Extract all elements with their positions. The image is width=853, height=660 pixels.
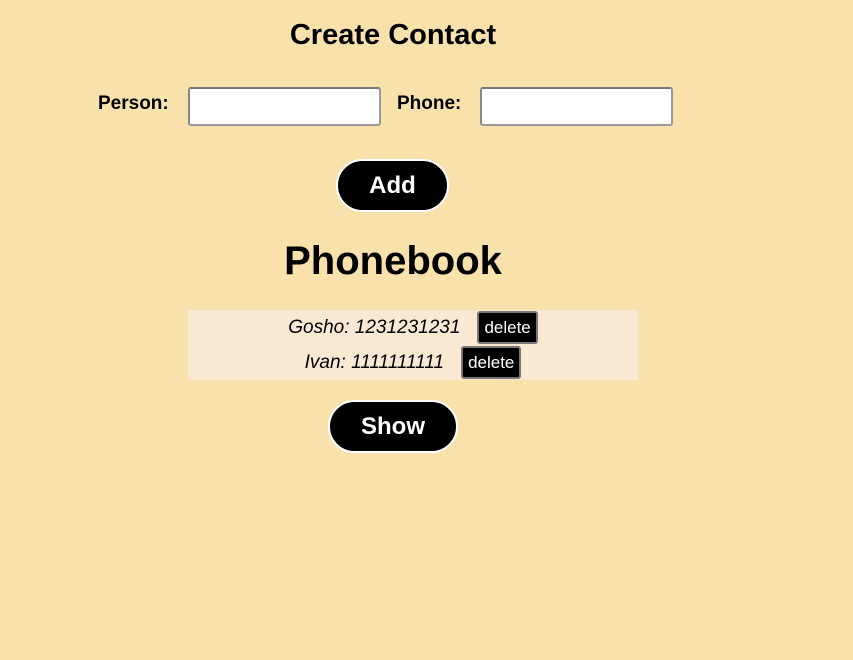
phonebook-title: Phonebook — [284, 239, 502, 283]
delete-button[interactable]: delete — [461, 346, 522, 379]
phone-label: Phone: — [397, 93, 462, 114]
contact-entry-text: Ivan: 1111111111 — [304, 351, 445, 373]
phonebook-list: Gosho: 1231231231 delete Ivan: 111111111… — [188, 310, 638, 380]
show-button[interactable]: Show — [328, 400, 458, 453]
app-root: Create Contact Person: Phone: Add Phoneb… — [0, 0, 853, 660]
list-item: Ivan: 1111111111 delete — [188, 345, 638, 380]
person-label: Person: — [98, 93, 169, 114]
contact-entry-text: Gosho: 1231231231 — [288, 316, 461, 338]
create-contact-title: Create Contact — [289, 19, 497, 51]
person-input[interactable] — [188, 87, 381, 126]
phone-input[interactable] — [480, 87, 673, 126]
add-button[interactable]: Add — [336, 159, 449, 212]
list-item: Gosho: 1231231231 delete — [188, 310, 638, 345]
delete-button[interactable]: delete — [477, 311, 538, 344]
